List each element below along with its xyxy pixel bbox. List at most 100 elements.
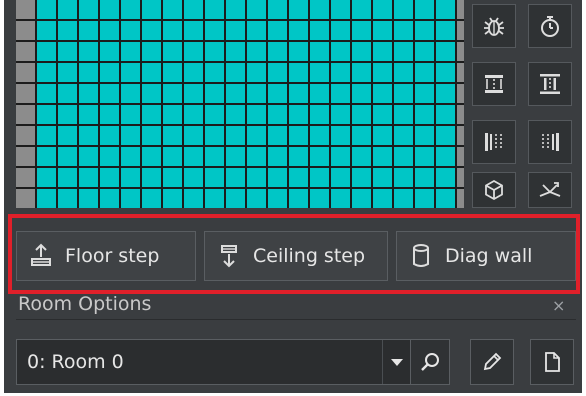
room-grid-cell[interactable] — [415, 147, 434, 166]
room-grid-cell[interactable] — [37, 0, 56, 19]
room-grid-cell[interactable] — [184, 168, 203, 187]
room-grid-cell[interactable] — [247, 84, 266, 103]
room-grid-cell[interactable] — [205, 63, 224, 82]
room-grid-cell[interactable] — [205, 126, 224, 145]
room-grid-cell[interactable] — [352, 21, 371, 40]
room-grid-cell[interactable] — [247, 63, 266, 82]
room-grid-cell[interactable] — [247, 105, 266, 124]
room-grid-cell[interactable] — [226, 168, 245, 187]
room-grid-cell[interactable] — [457, 147, 464, 166]
room-grid-cell[interactable] — [373, 189, 392, 208]
room-grid-cell[interactable] — [184, 126, 203, 145]
room-grid-cell[interactable] — [163, 42, 182, 61]
room-grid-cell[interactable] — [100, 21, 119, 40]
room-grid-cell[interactable] — [331, 84, 350, 103]
room-grid-canvas[interactable] — [16, 0, 464, 208]
room-grid-cell[interactable] — [205, 0, 224, 19]
room-grid-cell[interactable] — [331, 168, 350, 187]
floor-step-button[interactable]: Floor step — [16, 231, 196, 281]
room-grid-cell[interactable] — [226, 84, 245, 103]
room-grid-cell[interactable] — [58, 126, 77, 145]
room-grid-cell[interactable] — [58, 84, 77, 103]
room-grid-cell[interactable] — [268, 63, 287, 82]
room-grid-cell[interactable] — [121, 63, 140, 82]
room-grid-cell[interactable] — [142, 21, 161, 40]
room-grid-cell[interactable] — [121, 126, 140, 145]
room-grid-cell[interactable] — [331, 0, 350, 19]
room-grid-cell[interactable] — [331, 189, 350, 208]
room-grid-cell[interactable] — [415, 84, 434, 103]
room-grid-cell[interactable] — [226, 126, 245, 145]
room-grid-cell[interactable] — [415, 63, 434, 82]
room-grid-cell[interactable] — [268, 147, 287, 166]
room-grid-cell[interactable] — [79, 84, 98, 103]
room-grid-cell[interactable] — [268, 168, 287, 187]
room-grid-cell[interactable] — [163, 189, 182, 208]
room-grid-cell[interactable] — [163, 84, 182, 103]
diag-wall-button[interactable]: Diag wall — [396, 231, 576, 281]
room-grid-cell[interactable] — [310, 189, 329, 208]
room-grid-cell[interactable] — [100, 105, 119, 124]
room-grid-cell[interactable] — [16, 0, 35, 19]
room-grid-cell[interactable] — [247, 126, 266, 145]
room-grid-cell[interactable] — [79, 105, 98, 124]
room-grid-cell[interactable] — [310, 105, 329, 124]
room-options-close-icon[interactable]: × — [552, 296, 565, 315]
room-grid-cell[interactable] — [121, 42, 140, 61]
room-grid-cell[interactable] — [184, 147, 203, 166]
pillar-top-tool-button[interactable] — [472, 62, 516, 106]
room-grid-cell[interactable] — [205, 84, 224, 103]
room-grid-cell[interactable] — [436, 189, 455, 208]
room-grid-cell[interactable] — [58, 105, 77, 124]
room-grid-cell[interactable] — [373, 168, 392, 187]
room-grid-cell[interactable] — [16, 168, 35, 187]
room-grid-cell[interactable] — [142, 147, 161, 166]
room-grid-cell[interactable] — [352, 63, 371, 82]
room-grid-cell[interactable] — [163, 168, 182, 187]
room-grid-cell[interactable] — [121, 168, 140, 187]
room-grid-cell[interactable] — [331, 126, 350, 145]
room-grid[interactable] — [16, 0, 464, 208]
room-grid-cell[interactable] — [289, 126, 308, 145]
room-grid-cell[interactable] — [142, 0, 161, 19]
room-grid-cell[interactable] — [58, 168, 77, 187]
room-grid-cell[interactable] — [457, 84, 464, 103]
room-grid-cell[interactable] — [58, 0, 77, 19]
room-grid-cell[interactable] — [289, 42, 308, 61]
room-grid-cell[interactable] — [16, 63, 35, 82]
room-grid-cell[interactable] — [205, 147, 224, 166]
room-grid-cell[interactable] — [457, 0, 464, 19]
room-grid-cell[interactable] — [184, 189, 203, 208]
room-grid-cell[interactable] — [247, 21, 266, 40]
room-grid-cell[interactable] — [394, 189, 413, 208]
room-grid-cell[interactable] — [16, 126, 35, 145]
room-grid-cell[interactable] — [184, 63, 203, 82]
room-grid-cell[interactable] — [268, 0, 287, 19]
room-grid-cell[interactable] — [79, 63, 98, 82]
room-grid-cell[interactable] — [226, 63, 245, 82]
room-grid-cell[interactable] — [247, 0, 266, 19]
room-grid-cell[interactable] — [142, 168, 161, 187]
room-grid-cell[interactable] — [289, 189, 308, 208]
room-grid-cell[interactable] — [121, 21, 140, 40]
room-grid-cell[interactable] — [163, 0, 182, 19]
room-grid-cell[interactable] — [268, 84, 287, 103]
room-grid-cell[interactable] — [37, 21, 56, 40]
room-grid-cell[interactable] — [226, 189, 245, 208]
room-grid-cell[interactable] — [16, 42, 35, 61]
room-grid-cell[interactable] — [205, 105, 224, 124]
room-grid-cell[interactable] — [247, 147, 266, 166]
room-grid-cell[interactable] — [100, 147, 119, 166]
room-grid-cell[interactable] — [373, 21, 392, 40]
room-grid-cell[interactable] — [226, 21, 245, 40]
room-grid-cell[interactable] — [331, 105, 350, 124]
room-grid-cell[interactable] — [289, 105, 308, 124]
room-grid-cell[interactable] — [37, 126, 56, 145]
room-grid-cell[interactable] — [100, 63, 119, 82]
room-grid-cell[interactable] — [58, 189, 77, 208]
room-grid-cell[interactable] — [394, 63, 413, 82]
room-grid-cell[interactable] — [331, 63, 350, 82]
room-grid-cell[interactable] — [37, 63, 56, 82]
room-grid-cell[interactable] — [142, 189, 161, 208]
room-grid-cell[interactable] — [436, 147, 455, 166]
